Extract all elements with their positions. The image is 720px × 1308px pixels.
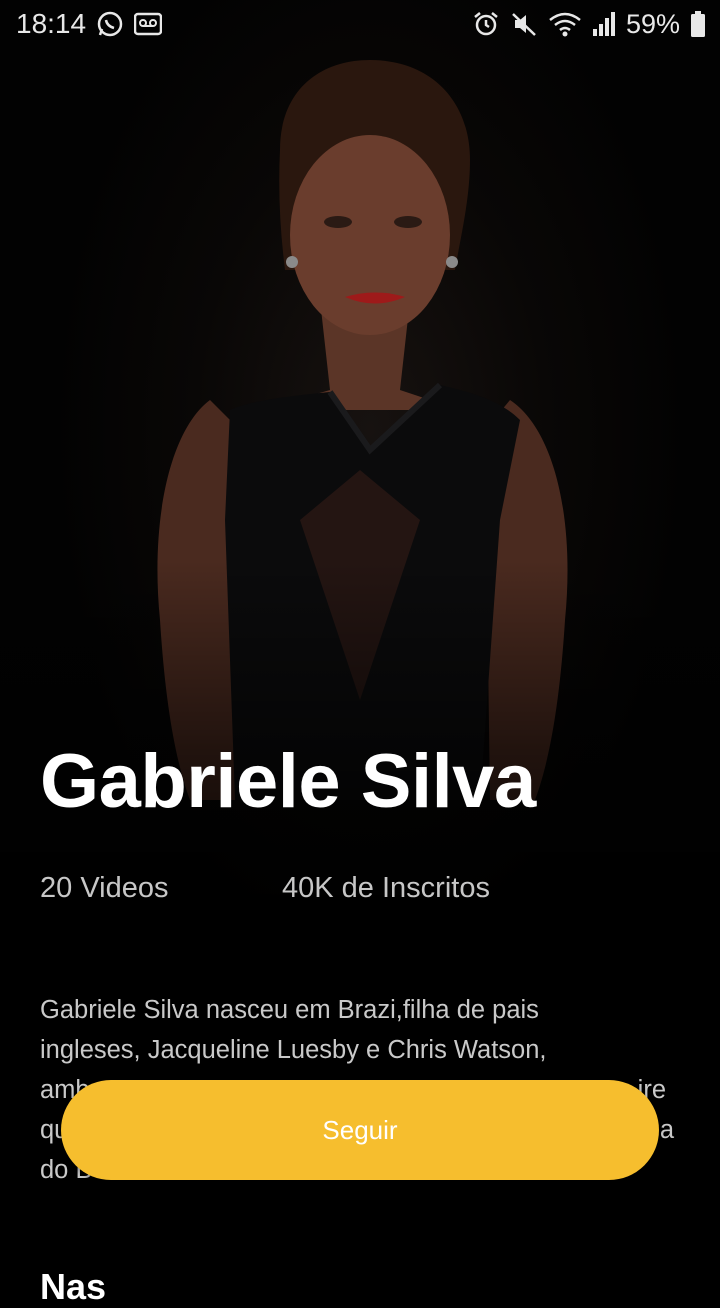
bio-line: Gabriele Silva nasceu em Brazi,filha de … [40, 996, 539, 1024]
alarm-icon [472, 10, 500, 38]
status-bar-left: 18:14 [16, 8, 163, 40]
battery-percent: 59% [625, 8, 680, 39]
section-heading: Nas [40, 1266, 107, 1307]
battery-icon [690, 10, 706, 38]
video-count: 20 Videos [40, 872, 169, 904]
bio-line: ingleses, Jacqueline Luesby e Chris Wats… [40, 1036, 547, 1064]
status-bar-right: 59% [472, 9, 706, 40]
status-bar: 18:14 59% [0, 0, 720, 48]
mute-icon [510, 10, 538, 38]
voicemail-icon [134, 12, 163, 36]
wifi-icon [548, 10, 582, 38]
signal-icon [592, 11, 616, 37]
follow-button[interactable]: Seguir [61, 1080, 659, 1180]
whatsapp-icon [96, 10, 124, 38]
profile-name: Gabriele Silva [40, 739, 536, 824]
profile-stats: 20 Videos 40K de Inscritos [40, 872, 680, 912]
subscriber-count: 40K de Inscritos [282, 872, 490, 904]
status-time: 18:14 [16, 8, 87, 39]
